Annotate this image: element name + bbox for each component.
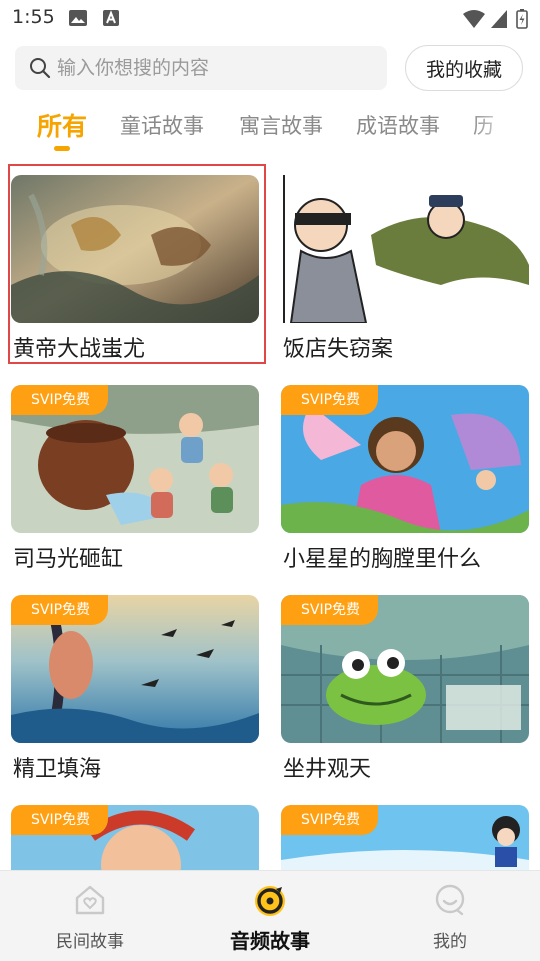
svip-free-badge: SVIP免费 <box>11 385 109 415</box>
house-heart-icon <box>75 885 105 915</box>
audio-disc-icon <box>255 886 285 916</box>
fairy-girl-illustration: SVIP免费 <box>281 385 529 533</box>
sea-bird-illustration: SVIP免费 <box>11 595 259 743</box>
nav-folk-stories[interactable]: 民间故事 <box>20 871 160 961</box>
nav-my-profile[interactable]: 我的 <box>380 871 520 961</box>
svip-free-badge: SVIP免费 <box>281 385 379 415</box>
profile-icon <box>435 884 465 916</box>
tab-idiom-stories[interactable]: 成语故事 <box>356 110 440 140</box>
app-notification-icon <box>103 10 119 26</box>
story-title: 坐井观天 <box>283 757 372 782</box>
frog-well-illustration: SVIP免费 <box>281 595 529 743</box>
image-notification-icon <box>69 10 87 26</box>
svip-free-badge: SVIP免费 <box>11 805 109 835</box>
my-favorites-button[interactable]: 我的收藏 <box>405 45 523 91</box>
search-input[interactable] <box>57 46 377 90</box>
tab-all[interactable]: 所有 <box>37 107 87 143</box>
wifi-icon <box>463 10 485 28</box>
svip-free-badge: SVIP免费 <box>11 595 109 625</box>
svip-free-badge: SVIP免费 <box>281 805 379 835</box>
battle-illustration <box>11 175 259 323</box>
nav-label: 民间故事 <box>56 932 124 952</box>
search-bar[interactable] <box>15 46 387 90</box>
story-title: 饭店失窃案 <box>283 337 394 362</box>
status-time: 1:55 <box>12 6 55 28</box>
story-title: 黄帝大战蚩尤 <box>13 337 146 362</box>
battery-icon <box>516 9 528 29</box>
story-title: 精卫填海 <box>13 757 102 782</box>
bottom-navigation: 民间故事 音频故事 我的 <box>0 870 540 961</box>
signal-icon <box>491 10 507 28</box>
thief-illustration <box>281 175 529 323</box>
search-icon <box>30 58 51 79</box>
tab-fables[interactable]: 寓言故事 <box>239 110 323 140</box>
tab-fairy-tales[interactable]: 童话故事 <box>120 110 204 140</box>
tab-fade <box>470 100 540 156</box>
status-bar: 1:55 <box>0 0 540 36</box>
vat-illustration: SVIP免费 <box>11 385 259 533</box>
nav-label: 音频故事 <box>230 929 310 953</box>
story-title: 小星星的胸膛里什么 <box>283 547 482 572</box>
category-tabs: 所有 童话故事 寓言故事 成语故事 历 <box>0 100 540 156</box>
active-tab-indicator <box>54 146 70 151</box>
nav-label: 我的 <box>433 932 467 952</box>
story-title: 司马光砸缸 <box>13 547 124 572</box>
nav-audio-stories[interactable]: 音频故事 <box>200 871 340 961</box>
svip-free-badge: SVIP免费 <box>281 595 379 625</box>
